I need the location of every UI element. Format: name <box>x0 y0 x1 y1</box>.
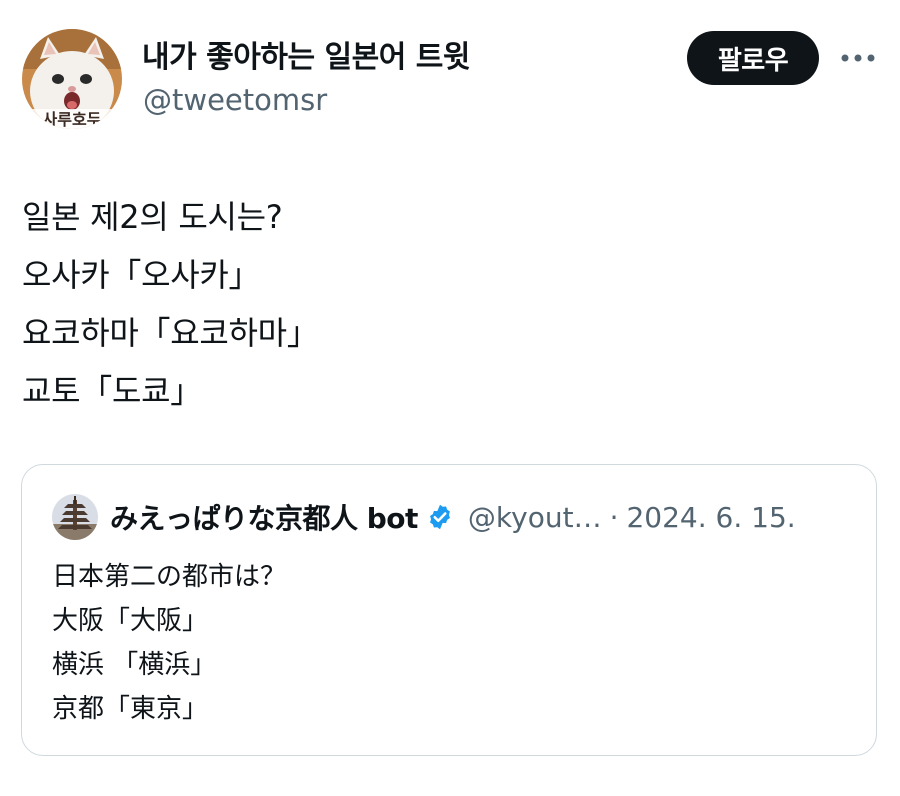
quoted-tweet-line: 横浜 「横浜」 <box>52 650 217 680</box>
quoted-author-name[interactable]: みえっぱりな京都人 bot <box>110 497 418 537</box>
author-display-name[interactable]: 내가 좋아하는 일본어 트윗 <box>142 40 470 76</box>
quoted-tweet-line: 京都「東京」 <box>52 694 209 724</box>
tweet-header: 사루호두 내가 좋아하는 일본어 트윗 @tweetomsr 팔로우 <box>0 0 900 150</box>
quoted-tweet-card[interactable]: みえっぱりな京都人 bot @kyout… · 2024. 6. 15. 日本第… <box>21 464 877 756</box>
quoted-tweet-line: 日本第二の都市は？ <box>52 562 287 592</box>
quoted-author-avatar[interactable] <box>52 494 98 540</box>
more-options-button[interactable] <box>838 44 878 72</box>
tweet-text: 일본 제2의 도시는? 오사카「오사카」 요코하마「요코하마」 교토「도쿄」 <box>22 188 872 420</box>
pagoda-avatar-icon <box>52 494 98 540</box>
more-dots-icon <box>841 54 875 62</box>
verified-badge-icon <box>430 504 450 530</box>
tweet-line: 오사카「오사카」 <box>22 256 261 294</box>
tweet-line: 교토「도쿄」 <box>22 372 202 410</box>
quoted-tweet-header: みえっぱりな京都人 bot @kyout… · 2024. 6. 15. <box>52 493 796 541</box>
avatar-caption: 사루호두 <box>43 110 102 129</box>
white-cat-avatar-icon: 사루호두 <box>22 29 122 129</box>
quoted-tweet-date[interactable]: 2024. 6. 15. <box>626 501 795 534</box>
follow-button[interactable]: 팔로우 <box>687 31 819 85</box>
quoted-author-handle[interactable]: @kyout… <box>468 501 602 534</box>
tweet-line: 요코하마「요코하마」 <box>22 314 319 352</box>
tweet-line: 일본 제2의 도시는? <box>22 198 283 236</box>
separator-dot: · <box>609 500 619 534</box>
author-handle[interactable]: @tweetomsr <box>143 82 327 118</box>
author-avatar[interactable]: 사루호두 <box>22 29 122 129</box>
quoted-tweet-line: 大阪「大阪」 <box>52 606 209 636</box>
quoted-tweet-text: 日本第二の都市は？ 大阪「大阪」 横浜 「横浜」 京都「東京」 <box>52 555 286 731</box>
